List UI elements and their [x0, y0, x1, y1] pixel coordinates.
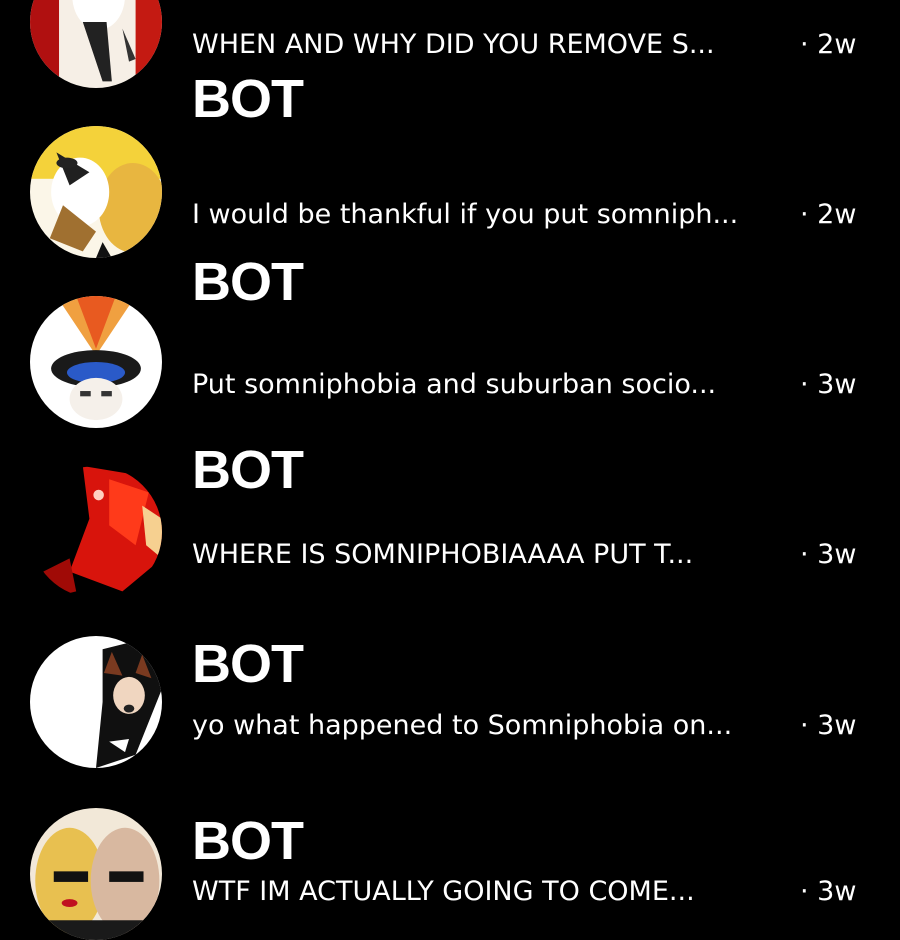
- contact-name: BOT: [192, 440, 304, 500]
- contact-name: BOT: [192, 252, 304, 312]
- message-preview: I would be thankful if you put somniph..…: [192, 199, 739, 230]
- message-preview: WHEN AND WHY DID YOU REMOVE S...: [192, 29, 715, 60]
- timestamp: · 3w: [800, 710, 857, 741]
- message-preview: yo what happened to Somniphobia on...: [192, 710, 733, 741]
- avatar[interactable]: [30, 466, 162, 598]
- avatar[interactable]: [30, 636, 162, 768]
- timestamp: · 3w: [800, 369, 857, 400]
- message-preview: Put somniphobia and suburban socio...: [192, 369, 717, 400]
- message-preview: WTF IM ACTUALLY GOING TO COME...: [192, 876, 695, 907]
- avatar[interactable]: [30, 0, 162, 88]
- message-preview: WHERE IS SOMNIPHOBIAAAA PUT T...: [192, 539, 694, 570]
- avatar[interactable]: [30, 296, 162, 428]
- timestamp: · 3w: [800, 876, 857, 907]
- timestamp: · 3w: [800, 539, 857, 570]
- timestamp: · 2w: [800, 199, 857, 230]
- timestamp: · 2w: [800, 29, 857, 60]
- contact-name: BOT: [192, 634, 304, 694]
- avatar[interactable]: [30, 808, 162, 940]
- contact-name: BOT: [192, 811, 304, 871]
- contact-name: BOT: [192, 69, 304, 129]
- avatar[interactable]: [30, 126, 162, 258]
